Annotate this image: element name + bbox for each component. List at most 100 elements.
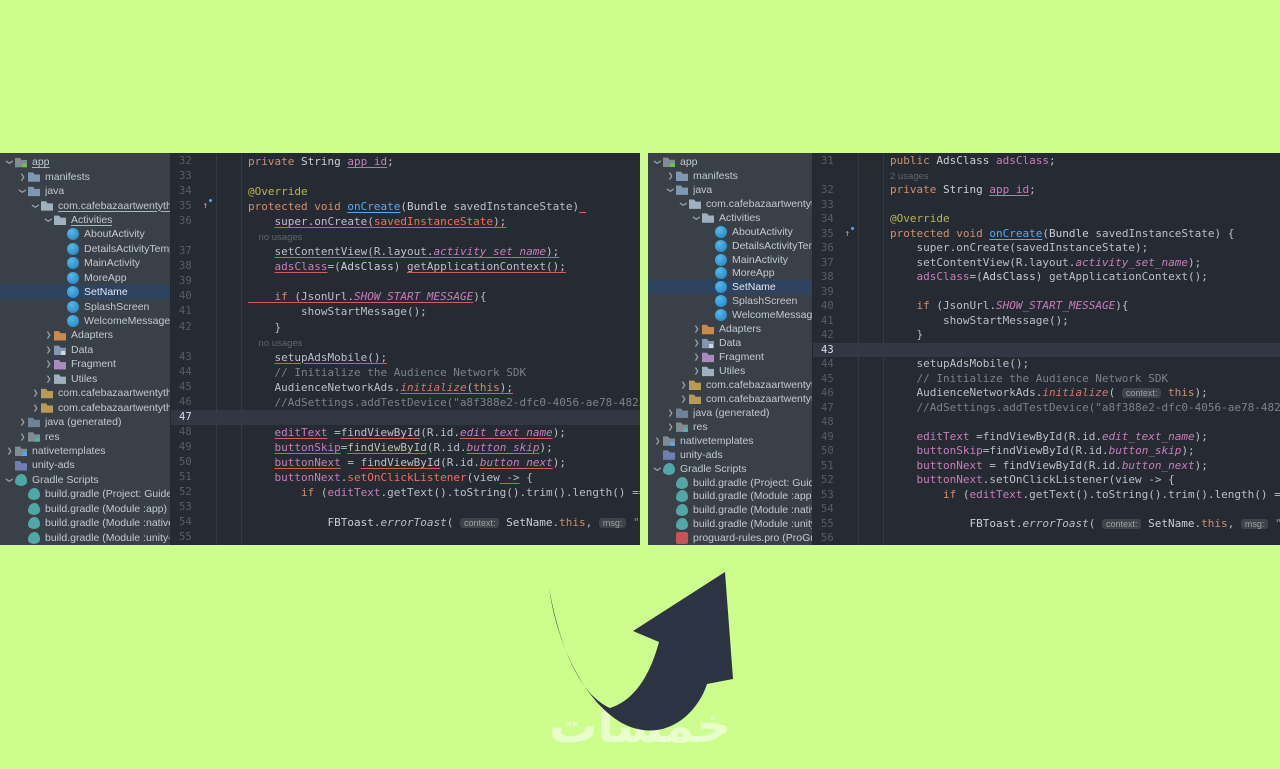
tree-item[interactable]: unity-ads (0, 458, 170, 472)
code-line[interactable]: 40 if (JsonUrl.SHOW_START_MESSAGE){ (813, 299, 1280, 314)
line-number[interactable]: 44 (813, 357, 859, 372)
tree-item[interactable]: ❯ Adapters (0, 328, 170, 342)
tree-item[interactable]: ❯ java (648, 183, 812, 197)
chevron-right-icon[interactable]: ❯ (691, 353, 702, 361)
usages-hint[interactable]: no usages (248, 232, 303, 243)
code-line[interactable]: 39 (171, 274, 640, 290)
tree-item[interactable]: DetailsActivityTemp (648, 239, 812, 253)
usages-hint-row[interactable]: 2 usages (813, 168, 1280, 183)
usages-hint-row[interactable]: no usages (171, 334, 640, 350)
tree-item[interactable]: build.gradle (Module :nativetemplates) (0, 516, 170, 530)
tree-item[interactable]: build.gradle (Module :app) (0, 502, 170, 516)
code-line[interactable]: 44 // Initialize the Audience Network SD… (171, 364, 640, 380)
line-number[interactable]: 40 (813, 299, 859, 314)
code-line[interactable]: 34 @Override (813, 212, 1280, 227)
code-line[interactable]: 54 FBToast.errorToast( context: SetName.… (171, 515, 640, 531)
line-number[interactable]: 33 (171, 169, 217, 185)
chevron-right-icon[interactable]: ❯ (678, 395, 689, 403)
chevron-right-icon[interactable]: ❯ (17, 173, 28, 181)
chevron-down-icon[interactable]: ❯ (654, 463, 662, 474)
chevron-right-icon[interactable]: ❯ (17, 433, 28, 441)
code-line[interactable]: 38 adsClass=(AdsClass) getApplicationCon… (813, 270, 1280, 285)
line-number[interactable]: 39 (171, 274, 217, 290)
tree-item[interactable]: proguard-rules.pro (ProGuard Rules for "… (648, 531, 812, 545)
overrides-icon[interactable]: ↑ (845, 227, 854, 242)
code-line[interactable]: 47 //AdSettings.addTestDevice("a8f388e2-… (813, 400, 1280, 415)
usages-hint[interactable]: 2 usages (890, 171, 929, 182)
code-line[interactable]: 45 // Initialize the Audience Network SD… (813, 371, 1280, 386)
overrides-icon[interactable]: ↑ (203, 199, 212, 214)
chevron-down-icon[interactable]: ❯ (19, 186, 27, 197)
line-number[interactable]: 34 (813, 212, 859, 227)
line-number[interactable]: 56 (813, 531, 859, 545)
code-line[interactable]: 41 showStartMessage(); (813, 313, 1280, 328)
code-line[interactable]: 31 public AdsClass adsClass; (813, 154, 1280, 169)
code-line[interactable]: 32 private String app_id; (171, 154, 640, 170)
chevron-right-icon[interactable]: ❯ (678, 381, 689, 389)
line-number[interactable]: 50 (171, 454, 217, 470)
tree-item[interactable]: build.gradle (Module :app) (648, 490, 812, 504)
tree-item[interactable]: ❯ com.cafebazaartwentythree23sf@ijuuSan_M (0, 198, 171, 212)
usages-hint-row[interactable]: no usages (171, 229, 640, 245)
tree-item[interactable]: ❯ com.cafebazaartwentythree23sf@ijuuSan_M (0, 400, 170, 414)
chevron-right-icon[interactable]: ❯ (665, 409, 676, 417)
code-line[interactable]: 50 buttonNext = findViewById(R.id.button… (171, 454, 640, 470)
tree-item[interactable]: build.gradle (Module :nativetemplates) (648, 503, 812, 517)
tree-item[interactable]: SetName (648, 280, 812, 295)
code-line[interactable]: 56 (813, 531, 1280, 545)
code-line[interactable]: 51 buttonNext = findViewById(R.id.button… (813, 458, 1280, 473)
tree-item[interactable]: ❯ Data (0, 343, 170, 357)
chevron-down-icon[interactable]: ❯ (680, 198, 688, 209)
line-number[interactable]: 46 (813, 386, 859, 401)
tree-item[interactable]: ❯ app (648, 155, 812, 169)
code-line[interactable]: 50 buttonSkip=findViewById(R.id.button_s… (813, 444, 1280, 459)
line-number[interactable]: 49 (171, 439, 217, 455)
code-line[interactable]: 44 setupAdsMobile(); (813, 357, 1280, 372)
chevron-right-icon[interactable]: ❯ (30, 389, 41, 397)
line-number[interactable]: 38 (813, 270, 859, 285)
code-line[interactable]: 43 setupAdsMobile(); (171, 349, 640, 365)
line-number[interactable]: 50 (813, 444, 859, 459)
line-number[interactable]: 40 (171, 289, 217, 305)
code-line[interactable]: 48 editText =findViewById(R.id.edit_text… (171, 424, 640, 440)
tree-item[interactable]: ❯ res (648, 420, 812, 434)
code-line[interactable]: 53 (171, 500, 640, 516)
chevron-right-icon[interactable]: ❯ (665, 423, 676, 431)
code-line[interactable]: 54 (813, 502, 1280, 517)
tree-item[interactable]: ❯ manifests (0, 169, 170, 183)
line-number[interactable]: 35 ↑ (171, 199, 217, 215)
tree-item[interactable]: build.gradle (Module :unity-ads) (648, 517, 812, 531)
code-line[interactable]: 55 (171, 530, 640, 545)
line-number[interactable]: 31 (813, 154, 859, 169)
code-line[interactable]: 48 (813, 415, 1280, 430)
chevron-right-icon[interactable]: ❯ (691, 339, 702, 347)
line-number[interactable]: 54 (813, 502, 859, 517)
tree-item[interactable]: MoreApp (648, 267, 812, 281)
tree-item[interactable]: ❯ com.cafebazaartwentythree23sf@ijuuSan_M (648, 378, 812, 392)
line-number[interactable]: 51 (171, 469, 217, 486)
line-number[interactable]: 52 (813, 473, 859, 488)
tree-item[interactable]: MainActivity (648, 253, 812, 267)
line-number[interactable] (813, 168, 859, 183)
line-number[interactable]: 53 (171, 500, 217, 516)
tree-item[interactable]: ❯ app (0, 155, 170, 169)
tree-item[interactable]: ❯ Activities (648, 211, 812, 225)
code-line[interactable]: 46 AudienceNetworkAds.initialize( contex… (813, 386, 1280, 401)
code-line[interactable]: 35 ↑ protected void onCreate(Bundle savedI… (813, 226, 1280, 242)
tree-item[interactable]: ❯ java (0, 184, 170, 198)
chevron-right-icon[interactable]: ❯ (43, 360, 54, 368)
code-line[interactable]: 39 (813, 284, 1280, 299)
line-number[interactable]: 32 (171, 154, 217, 170)
code-line[interactable]: 33 (813, 197, 1280, 212)
tree-item[interactable]: WelcomeMessage (0, 314, 170, 328)
code-line[interactable]: 33 (171, 169, 640, 185)
tree-item[interactable]: ❯ Gradle Scripts (648, 462, 812, 476)
code-line[interactable]: 51 buttonNext.setOnClickListener(view ->… (171, 469, 640, 486)
code-line[interactable]: 34 @Override (171, 184, 640, 200)
line-number[interactable]: 42 (813, 328, 859, 343)
chevron-down-icon[interactable]: ❯ (32, 200, 40, 211)
tree-item[interactable]: MoreApp (0, 271, 170, 285)
code-editor[interactable]: 32 private String app_id; 33 34 @Override 35 ↑… (171, 153, 640, 545)
tree-item[interactable]: ❯ Gradle Scripts (0, 473, 170, 487)
chevron-down-icon[interactable]: ❯ (45, 214, 53, 225)
